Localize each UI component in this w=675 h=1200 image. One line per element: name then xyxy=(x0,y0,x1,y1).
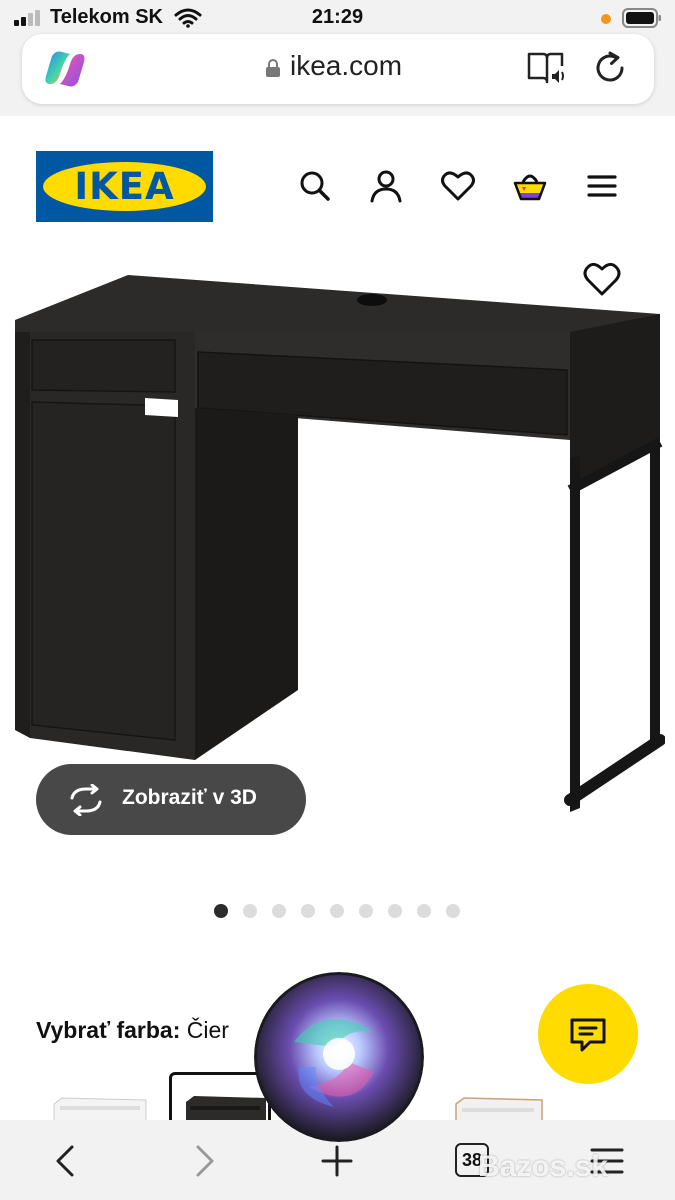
user-icon[interactable] xyxy=(368,168,404,204)
carousel-dot[interactable] xyxy=(417,904,431,918)
color-label: Vybrať farba: xyxy=(36,1017,181,1043)
view-3d-label: Zobraziť v 3D xyxy=(122,786,257,809)
reader-icon[interactable] xyxy=(526,50,568,86)
carousel-dot[interactable] xyxy=(388,904,402,918)
ikea-logo[interactable]: IKEA xyxy=(36,151,213,222)
carousel-dot[interactable] xyxy=(446,904,460,918)
clock: 21:29 xyxy=(311,6,364,28)
watermark: Bazos.sk xyxy=(478,1150,609,1183)
back-icon[interactable] xyxy=(48,1143,84,1179)
logo-text: IKEA xyxy=(74,165,175,208)
carousel-dot[interactable] xyxy=(272,904,286,918)
privacy-indicator xyxy=(601,14,611,24)
carousel-dot[interactable] xyxy=(330,904,344,918)
url-text[interactable]: ikea.com xyxy=(290,50,402,82)
menu-icon[interactable] xyxy=(584,168,620,204)
favorite-icon[interactable] xyxy=(582,260,622,300)
color-selector-label: Vybrať farba: Čier xyxy=(36,1017,229,1044)
battery-icon xyxy=(622,8,661,28)
carousel-dot[interactable] xyxy=(301,904,315,918)
product-image[interactable] xyxy=(10,270,665,820)
chat-button[interactable] xyxy=(538,984,638,1084)
siri-icon[interactable] xyxy=(254,972,424,1142)
chat-icon xyxy=(570,1018,606,1052)
heart-icon[interactable] xyxy=(440,168,476,204)
forward-icon[interactable] xyxy=(186,1143,222,1179)
carousel-dot[interactable] xyxy=(243,904,257,918)
search-icon[interactable] xyxy=(297,168,333,204)
new-tab-icon[interactable] xyxy=(319,1143,355,1179)
carousel-indicator[interactable] xyxy=(214,904,460,918)
color-value: Čier xyxy=(186,1017,229,1043)
rotate-3d-icon xyxy=(70,784,102,816)
reload-icon[interactable] xyxy=(592,50,628,86)
copilot-icon[interactable] xyxy=(44,50,86,88)
lock-icon xyxy=(266,59,280,77)
cart-icon[interactable] xyxy=(512,168,548,204)
carousel-dot[interactable] xyxy=(359,904,373,918)
carousel-dot[interactable] xyxy=(214,904,228,918)
